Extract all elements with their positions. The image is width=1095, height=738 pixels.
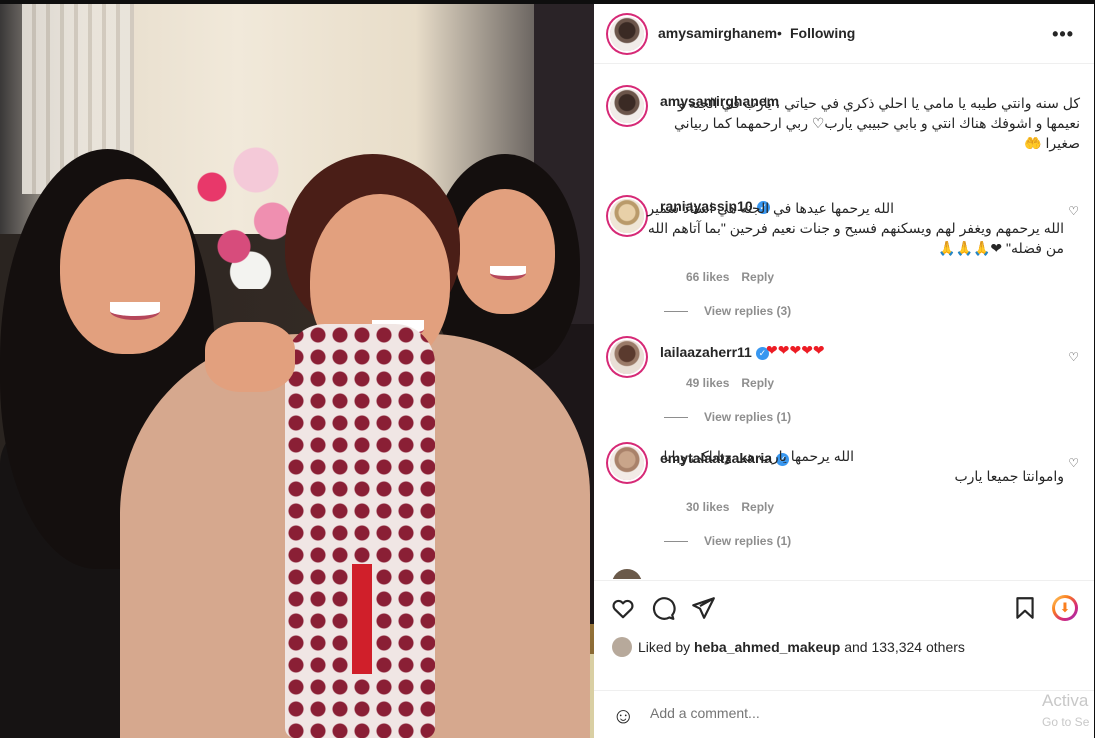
reply-button[interactable]: Reply	[741, 376, 774, 390]
comment-avatar[interactable]	[610, 446, 644, 480]
post-actions: ⬇ Liked by heba_ahmed_makeup and 133,324…	[594, 580, 1094, 690]
hand-on-shoulder	[205, 322, 295, 392]
like-comment-heart-icon[interactable]: ♡	[1068, 350, 1079, 364]
bookmark-icon[interactable]	[1012, 595, 1038, 621]
reply-button[interactable]: Reply	[741, 500, 774, 514]
caption-avatar[interactable]	[610, 89, 644, 123]
view-replies-button[interactable]: View replies (3)	[664, 304, 791, 318]
comment-likes[interactable]: 66 likes	[686, 270, 729, 284]
comment-text: الله يرحمها يارب هى وباباكى وبابا واموان…	[663, 448, 1065, 484]
person-left-smile	[110, 302, 160, 320]
post-photo[interactable]	[0, 4, 594, 738]
author-username[interactable]: amysamirghanem	[658, 25, 777, 41]
person-right-smile	[490, 266, 526, 280]
post-header: amysamirghanem • Following •••	[594, 4, 1094, 64]
comment-meta: 30 likes Reply	[686, 500, 786, 514]
view-replies-button[interactable]: View replies (1)	[664, 410, 791, 424]
comment-avatar[interactable]	[610, 199, 644, 233]
share-icon[interactable]	[690, 595, 716, 621]
comment-text: ❤❤❤❤❤	[766, 342, 825, 358]
comment-icon[interactable]	[650, 595, 676, 621]
view-replies-button[interactable]: View replies (1)	[664, 534, 791, 548]
add-comment-bar: ☺ Activa Go to Se	[594, 690, 1094, 738]
comment-avatar[interactable]	[610, 340, 644, 374]
heart-icon[interactable]	[610, 595, 636, 621]
scarf-red-stripe	[352, 564, 372, 674]
comment-likes[interactable]: 30 likes	[686, 500, 729, 514]
header-separator: •	[777, 25, 782, 41]
smiley-icon[interactable]: ☺	[612, 703, 634, 729]
liked-by-user[interactable]: heba_ahmed_makeup	[694, 639, 840, 655]
comment-input[interactable]	[650, 705, 950, 721]
watermark-line2: Go to Se	[1042, 715, 1090, 729]
reply-button[interactable]: Reply	[741, 270, 774, 284]
comment-meta: 66 likes Reply	[686, 270, 786, 284]
person-right-face	[455, 189, 555, 314]
post-panel: amysamirghanem • Following ••• amysamirg…	[594, 4, 1094, 738]
liked-by-text[interactable]: Liked by heba_ahmed_makeup and 133,324 o…	[638, 639, 965, 655]
caption-body: كل سنه وانتي طيبه يا مامي يا احلي ذكري ف…	[674, 95, 1080, 151]
comment-likes[interactable]: 49 likes	[686, 376, 729, 390]
watermark-line1: Activa	[1042, 691, 1089, 710]
comment-username[interactable]: lailaazaherr11 ✓	[660, 344, 769, 360]
more-icon[interactable]: •••	[1052, 24, 1074, 45]
download-arrow-icon: ⬇	[1055, 598, 1075, 618]
liked-by-avatar[interactable]	[612, 637, 632, 657]
like-comment-heart-icon[interactable]: ♡	[1068, 204, 1079, 218]
photo-flowers	[190, 119, 300, 289]
comments-section[interactable]: amysamirghanem كل سنه وانتي طيبه يا مامي…	[594, 65, 1094, 579]
following-button[interactable]: Following	[790, 25, 855, 41]
person-center-scarf	[285, 324, 435, 738]
comment-meta: 49 likes Reply	[686, 376, 786, 390]
stories-ring-icon[interactable]: ⬇	[1052, 595, 1078, 621]
comment-text: الله يرحمها عيدها في الجنه هي استاذ سمير…	[647, 200, 1064, 256]
author-avatar[interactable]	[610, 17, 644, 51]
next-comment-avatar	[612, 569, 642, 579]
like-comment-heart-icon[interactable]: ♡	[1068, 456, 1079, 470]
person-left-face	[60, 179, 195, 354]
caption-text: كل سنه وانتي طيبه يا مامي يا احلي ذكري ف…	[660, 93, 1080, 153]
